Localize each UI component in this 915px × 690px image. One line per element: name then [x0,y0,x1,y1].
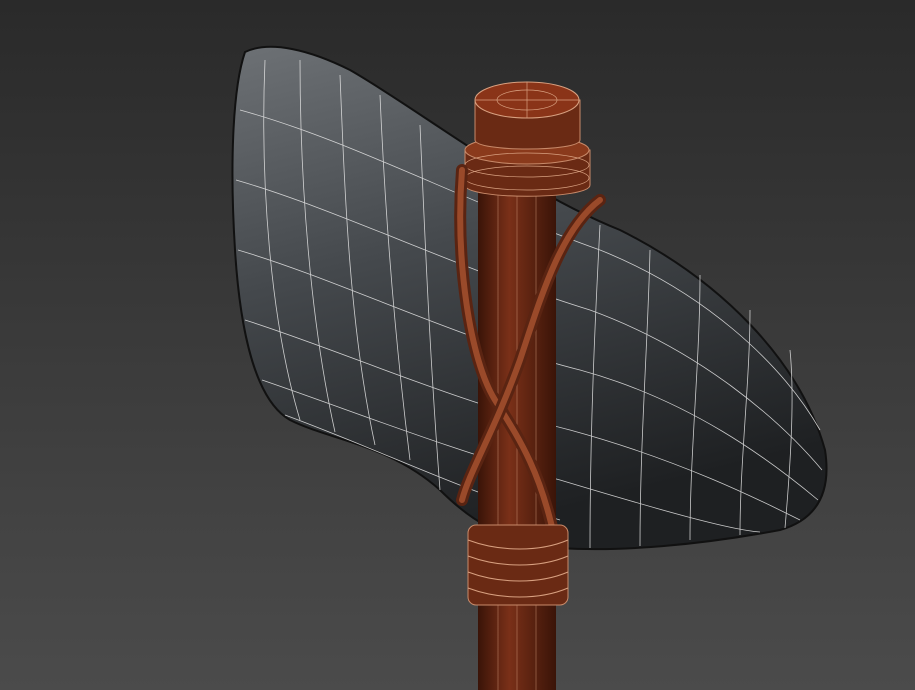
3d-viewport[interactable] [0,0,915,690]
handle-wrap-bottom [467,524,569,606]
handle-top-cap [464,81,591,197]
